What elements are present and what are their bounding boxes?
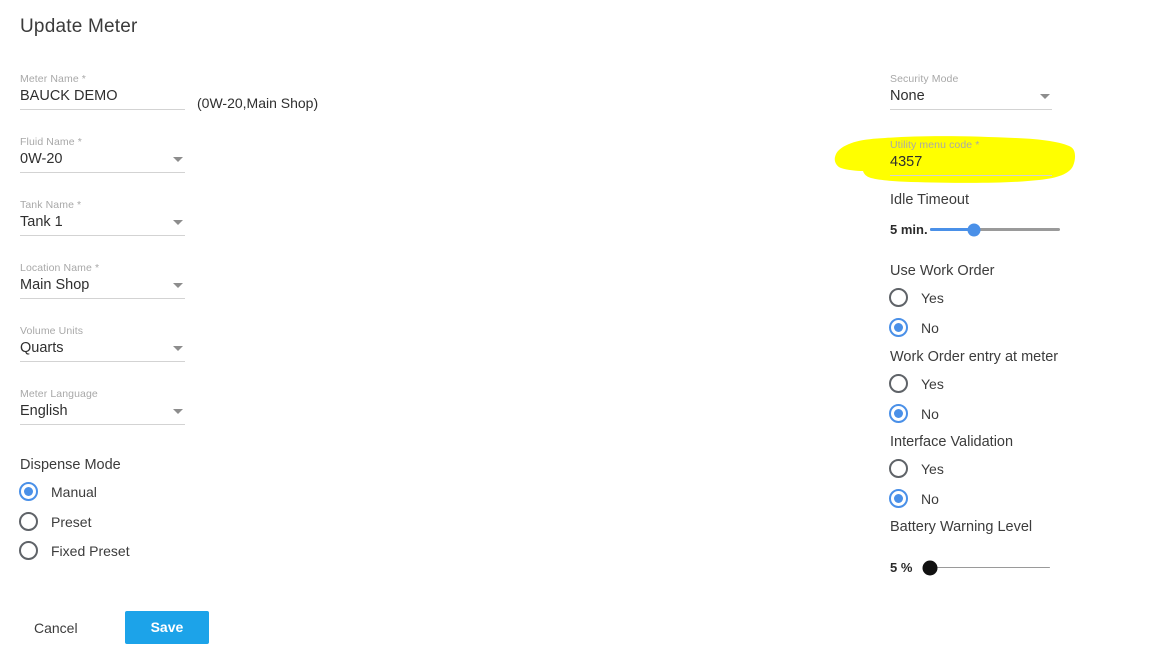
field-meter-language-label: Meter Language [20,388,185,400]
security-mode-select[interactable]: None [890,85,1052,108]
radio-use-work-order-no[interactable]: No [889,318,939,337]
field-fluid-name-label: Fluid Name * [20,136,185,148]
field-meter-name[interactable]: Meter Name * BAUCK DEMO [20,73,185,110]
form-actions: Cancel Save [20,611,209,644]
field-security-mode-label: Security Mode [890,73,1052,85]
radio-label: Manual [51,484,97,500]
location-name-select[interactable]: Main Shop [20,274,185,297]
radio-work-order-entry-yes[interactable]: Yes [889,374,944,393]
radio-interface-validation-yes[interactable]: Yes [889,459,944,478]
save-button[interactable]: Save [125,611,210,644]
radio-icon-unselected[interactable] [889,288,908,307]
radio-icon-unselected[interactable] [889,374,908,393]
radio-dispense-mode-fixed-preset[interactable]: Fixed Preset [19,541,130,560]
field-meter-name-label: Meter Name * [20,73,185,85]
field-tank-name-label: Tank Name * [20,199,185,211]
meter-name-input[interactable]: BAUCK DEMO [20,85,185,108]
field-tank-name-inputwrap[interactable]: Tank 1 [20,211,185,236]
radio-label: Fixed Preset [51,543,130,559]
field-location-name-label: Location Name * [20,262,185,274]
radio-interface-validation-no[interactable]: No [889,489,939,508]
use-work-order-title: Use Work Order [890,263,994,279]
field-location-name-inputwrap[interactable]: Main Shop [20,274,185,299]
page-title: Update Meter [20,16,138,38]
field-fluid-name-inputwrap[interactable]: 0W-20 [20,148,185,173]
cancel-button[interactable]: Cancel [20,612,92,644]
field-tank-name[interactable]: Tank Name * Tank 1 [20,199,185,236]
radio-icon-selected[interactable] [19,482,38,501]
volume-units-select[interactable]: Quarts [20,337,185,360]
radio-label: Yes [921,461,944,477]
update-meter-form-page: Update Meter Meter Name * BAUCK DEMO (0W… [0,0,1167,658]
field-meter-language[interactable]: Meter Language English [20,388,185,425]
field-security-mode-inputwrap[interactable]: None [890,85,1052,110]
idle-timeout-slider-thumb[interactable] [968,223,981,236]
idle-timeout-slider[interactable] [930,228,1060,231]
radio-label: No [921,320,939,336]
fluid-name-select[interactable]: 0W-20 [20,148,185,171]
radio-use-work-order-yes[interactable]: Yes [889,288,944,307]
chevron-down-icon[interactable] [1040,94,1050,99]
work-order-entry-title: Work Order entry at meter [890,349,1058,365]
radio-dispense-mode-manual[interactable]: Manual [19,482,97,501]
radio-icon-selected[interactable] [889,318,908,337]
radio-label: Yes [921,376,944,392]
radio-label: Yes [921,290,944,306]
field-fluid-name[interactable]: Fluid Name * 0W-20 [20,136,185,173]
radio-dispense-mode-preset[interactable]: Preset [19,512,91,531]
radio-label: No [921,406,939,422]
battery-warning-slider[interactable] [930,567,1050,569]
chevron-down-icon[interactable] [173,220,183,225]
idle-timeout-slider-row[interactable]: 5 min. [890,222,1060,237]
chevron-down-icon[interactable] [173,346,183,351]
field-utility-menu-code[interactable]: Utility menu code * 4357 [890,139,1052,176]
field-meter-language-inputwrap[interactable]: English [20,400,185,425]
field-utility-menu-code-inputwrap[interactable]: 4357 [890,151,1052,176]
battery-warning-slider-row[interactable]: 5 % [890,560,1060,575]
idle-timeout-title: Idle Timeout [890,192,969,208]
idle-timeout-value: 5 min. [890,222,926,237]
radio-work-order-entry-no[interactable]: No [889,404,939,423]
radio-label: Preset [51,514,91,530]
utility-menu-code-input[interactable]: 4357 [890,151,1052,174]
meter-language-select[interactable]: English [20,400,185,423]
radio-icon-unselected[interactable] [19,541,38,560]
radio-label: No [921,491,939,507]
field-volume-units[interactable]: Volume Units Quarts [20,325,185,362]
dispense-mode-title: Dispense Mode [20,457,121,473]
field-meter-name-inputwrap[interactable]: BAUCK DEMO [20,85,185,110]
field-security-mode[interactable]: Security Mode None [890,73,1052,110]
chevron-down-icon[interactable] [173,409,183,414]
battery-warning-level-title: Battery Warning Level [890,519,1032,535]
meter-note: (0W-20,Main Shop) [197,95,318,111]
radio-icon-unselected[interactable] [19,512,38,531]
radio-icon-unselected[interactable] [889,459,908,478]
field-utility-menu-code-label: Utility menu code * [890,139,1052,151]
battery-warning-value: 5 % [890,560,926,575]
radio-icon-selected[interactable] [889,489,908,508]
tank-name-select[interactable]: Tank 1 [20,211,185,234]
field-volume-units-label: Volume Units [20,325,185,337]
battery-warning-slider-thumb[interactable] [923,560,938,575]
chevron-down-icon[interactable] [173,283,183,288]
field-location-name[interactable]: Location Name * Main Shop [20,262,185,299]
field-volume-units-inputwrap[interactable]: Quarts [20,337,185,362]
interface-validation-title: Interface Validation [890,434,1013,450]
chevron-down-icon[interactable] [173,157,183,162]
radio-icon-selected[interactable] [889,404,908,423]
